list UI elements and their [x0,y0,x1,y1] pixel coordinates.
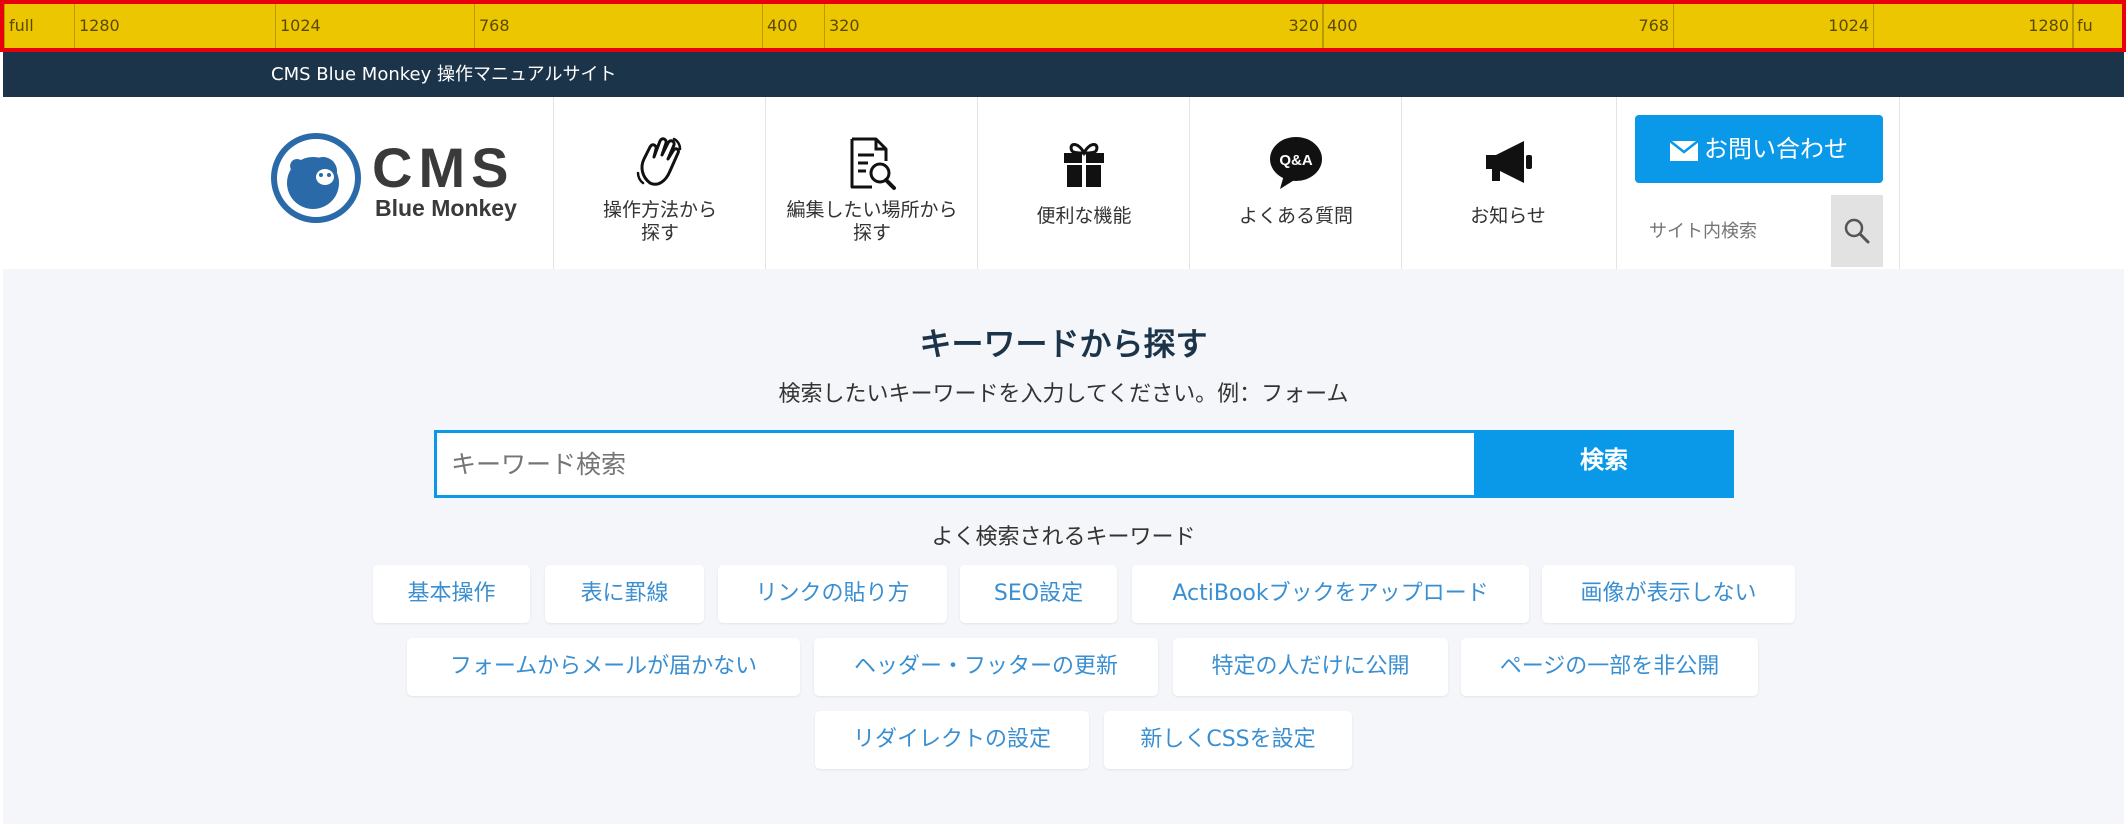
monkey-logo-icon [271,133,361,223]
keyword-tag[interactable]: リンクの貼り方 [718,565,947,623]
site-title: CMS Blue Monkey 操作マニュアルサイト [271,64,617,85]
hand-wave-icon [636,137,682,186]
gift-icon [1064,143,1104,187]
keyword-tag[interactable]: リダイレクトの設定 [815,711,1089,769]
site-search-button[interactable] [1831,195,1883,267]
breakpoint-ruler: full 1280 1024 768 400 320 320 400 768 1… [0,0,2126,52]
site-search [1635,195,1883,267]
nav-label: 編集したい場所から 探す [786,199,958,244]
logo[interactable]: CMS Blue Monkey [271,133,521,227]
ruler-mark: 320 [1004,4,1324,48]
nav-item-faq[interactable]: Q&A よくある質問 [1189,97,1402,269]
nav-item-news[interactable]: お知らせ [1401,97,1614,269]
header-utility: お問い合わせ [1616,97,1900,269]
ruler-mark: 400 [762,4,827,48]
document-search-icon [850,137,896,190]
qa-bubble-icon: Q&A [1270,137,1322,189]
svg-text:Q&A: Q&A [1279,152,1313,169]
nav-label: 操作方法から 探す [602,199,717,244]
nav-label: 便利な機能 [1036,205,1132,227]
ruler-mark: fu [2072,4,2122,48]
keyword-tag[interactable]: 基本操作 [373,565,530,623]
keyword-tag[interactable]: 表に罫線 [545,565,704,623]
mail-icon [1670,141,1698,161]
popular-keywords-label: よく検索されるキーワード [931,525,1196,550]
nav-label: よくある質問 [1238,205,1353,227]
ruler-mark: 1280 [74,4,275,48]
ruler-mark: full [4,4,75,48]
nav-item-edit-location[interactable]: 編集したい場所から 探す [765,97,978,269]
site-title-bar: CMS Blue Monkey 操作マニュアルサイト [3,52,2124,97]
nav-label: お知らせ [1470,205,1546,227]
keyword-tag[interactable]: ページの一部を非公開 [1461,638,1758,696]
keyword-search-section: キーワードから探す 検索したいキーワードを入力してください。例：フォーム 検索 … [3,269,2124,824]
section-description: 検索したいキーワードを入力してください。例：フォーム [778,382,1349,407]
nav-item-features[interactable]: 便利な機能 [977,97,1190,269]
keyword-tag[interactable]: SEO設定 [960,565,1117,623]
keyword-tag[interactable]: ヘッダー・フッターの更新 [814,638,1158,696]
contact-button[interactable]: お問い合わせ [1635,115,1883,183]
keyword-search-button[interactable]: 検索 [1474,430,1734,498]
keyword-tag[interactable]: ActiBookブックをアップロード [1132,565,1529,623]
ruler-mark: 1280 [1872,4,2074,48]
nav-item-operation[interactable]: 操作方法から 探す [553,97,766,269]
section-heading: キーワードから探す [919,325,1208,363]
keyword-tag[interactable]: 特定の人だけに公開 [1173,638,1448,696]
ruler-mark: 1024 [1672,4,1874,48]
megaphone-icon [1486,141,1532,183]
ruler-mark: 768 [474,4,765,48]
keyword-search-input[interactable] [434,430,1474,498]
keyword-tag[interactable]: 画像が表示しない [1542,565,1795,623]
ruler-mark: 1024 [275,4,476,48]
logo-subtitle: Blue Monkey [375,195,517,221]
contact-label: お問い合わせ [1704,135,1848,163]
ruler-mark: 400 [1322,4,1387,48]
keyword-tag[interactable]: フォームからメールが届かない [407,638,800,696]
site-header: CMS Blue Monkey 操作方法から 探す 編集したい場所から 探す 便… [3,97,2124,269]
logo-wordmark: CMS [372,136,515,199]
site-search-input[interactable] [1635,195,1831,267]
search-icon [1844,218,1870,244]
keyword-tag[interactable]: 新しくCSSを設定 [1104,711,1352,769]
ruler-mark: 768 [1384,4,1674,48]
